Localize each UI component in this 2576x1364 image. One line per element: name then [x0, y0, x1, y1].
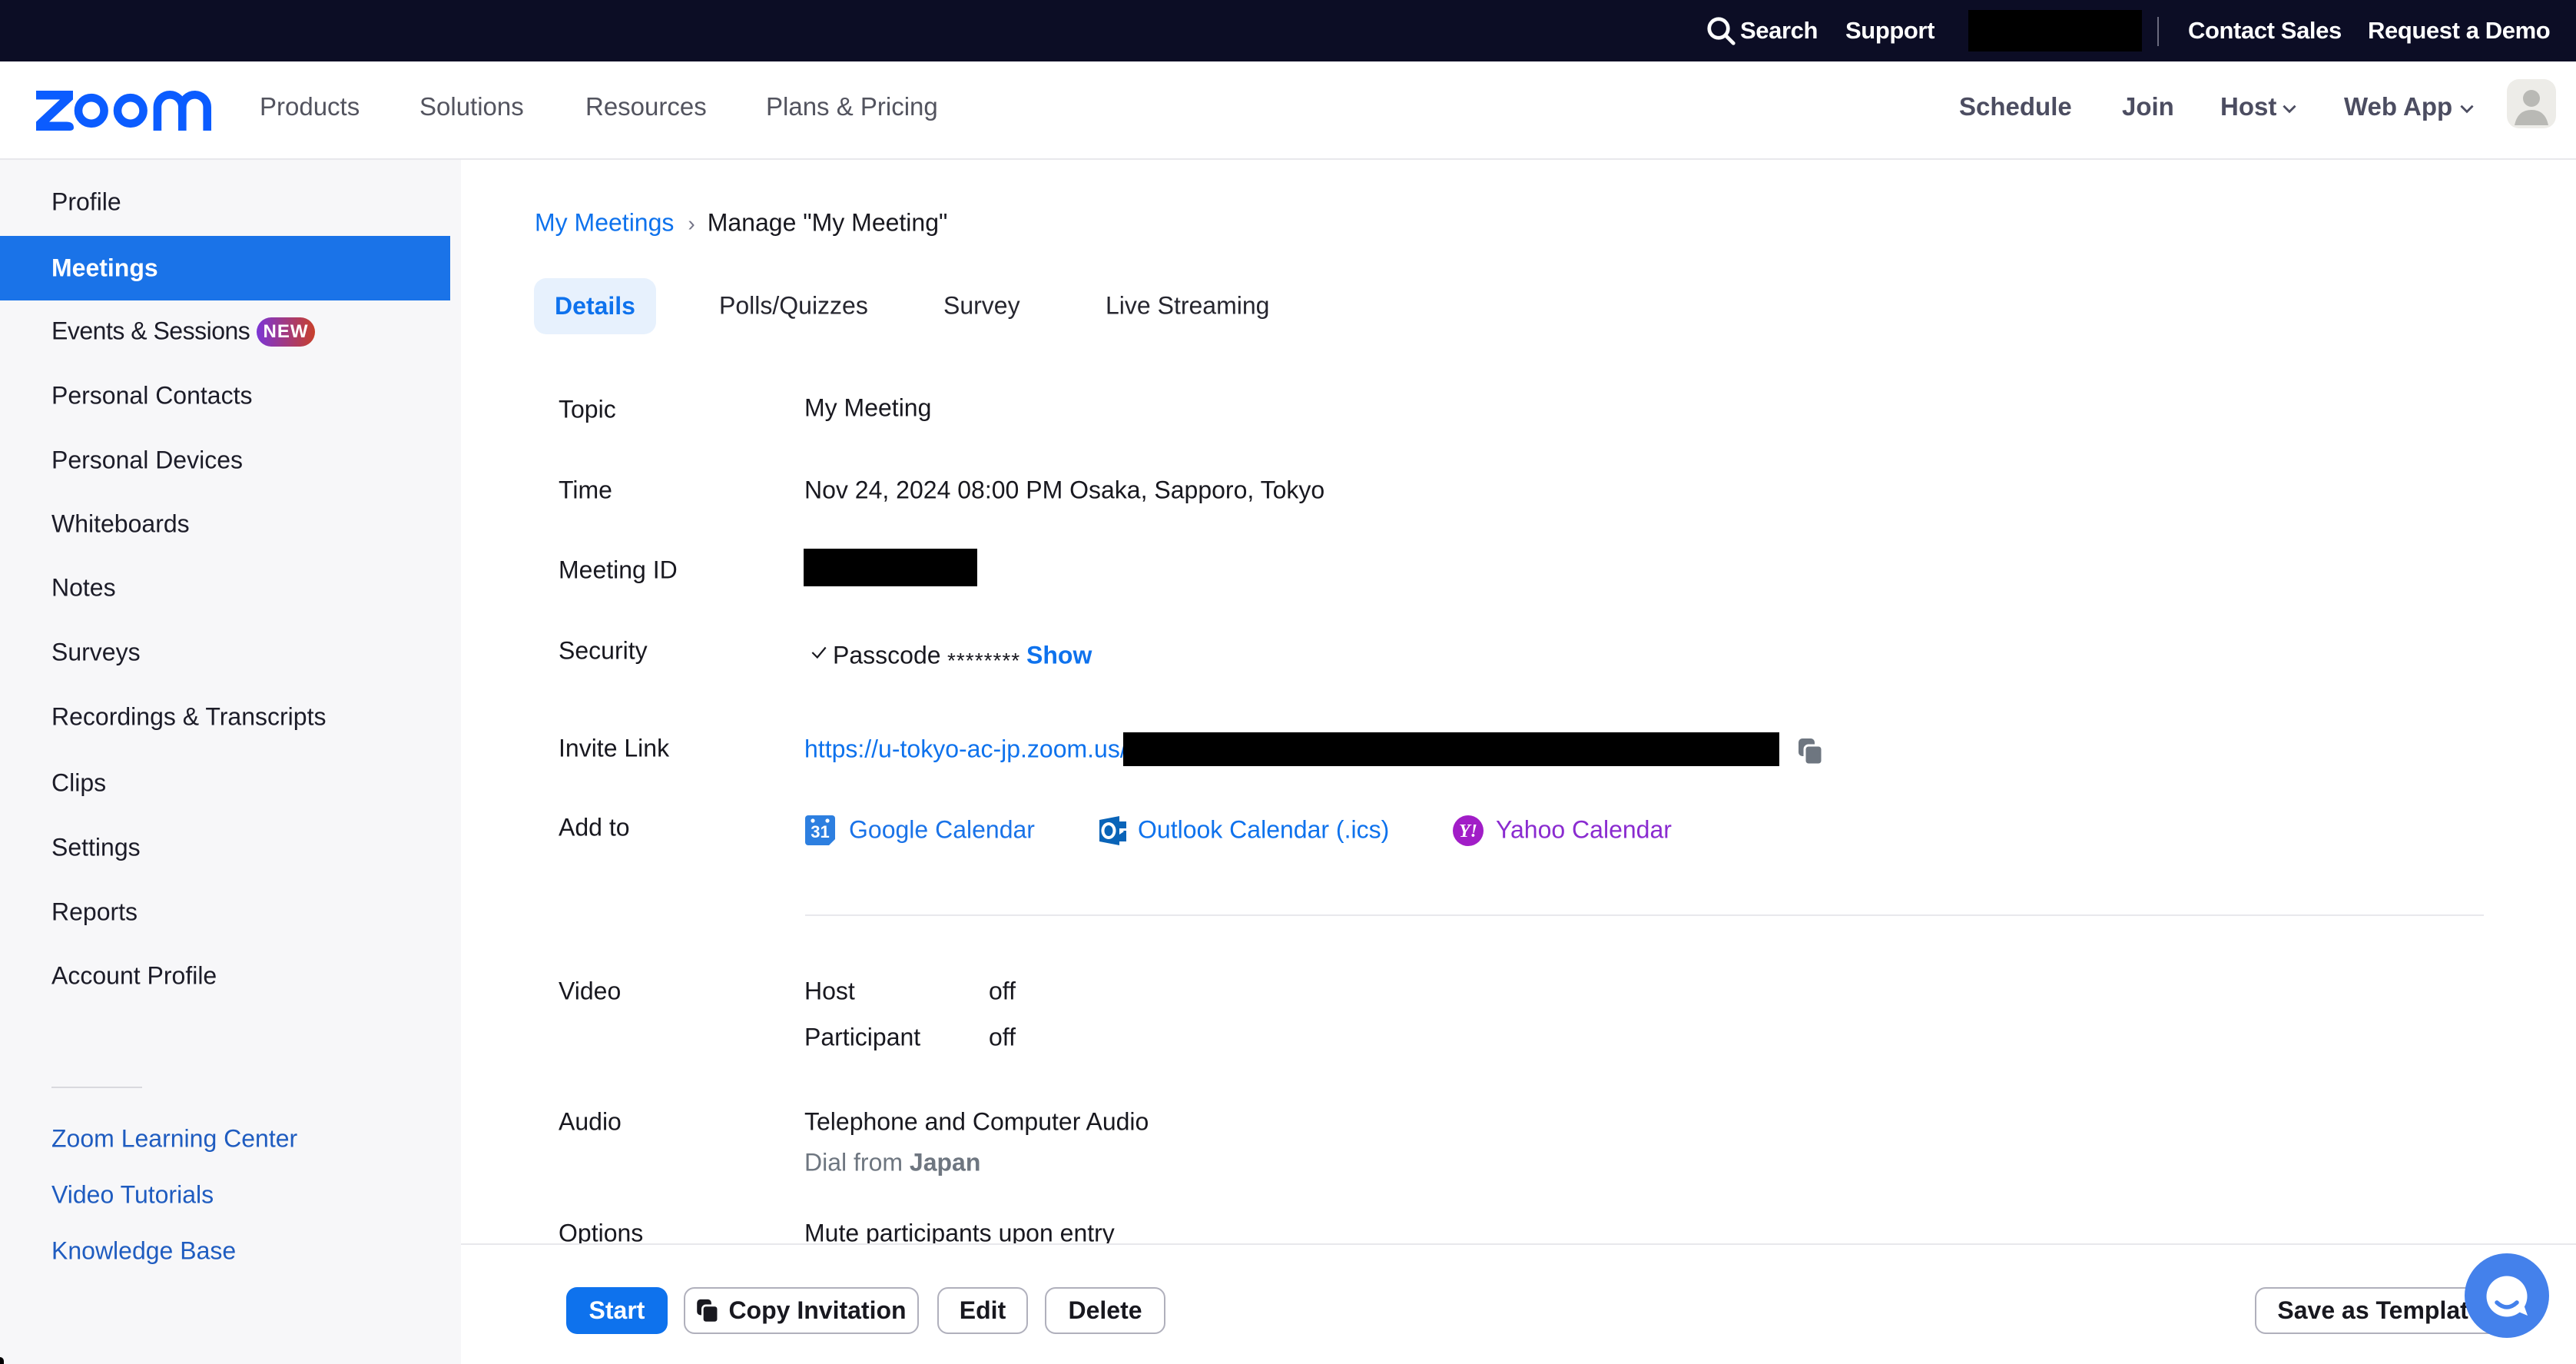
svg-text:Y!: Y! [1459, 821, 1477, 841]
svg-text:31: 31 [811, 822, 829, 841]
